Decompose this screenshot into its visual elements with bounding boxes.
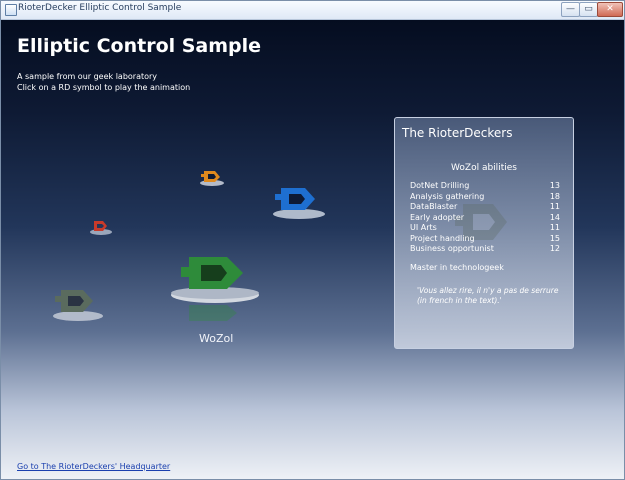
ability-name: UI Arts (410, 223, 437, 232)
master-title: Master in technologeek (410, 263, 504, 272)
title-bar[interactable]: RioterDecker Elliptic Control Sample — ▭… (1, 1, 624, 20)
ability-row: DotNet Drilling 13 (410, 181, 560, 192)
page-title: Elliptic Control Sample (17, 35, 262, 57)
ability-value: 14 (549, 212, 560, 222)
panel-title: The RioterDeckers (402, 126, 513, 140)
app-window: RioterDecker Elliptic Control Sample — ▭… (0, 0, 625, 480)
ability-row: UI Arts 11 (410, 223, 560, 234)
ability-name: DataBlaster (410, 202, 458, 211)
ability-value: 11 (549, 223, 560, 232)
app-icon (5, 4, 17, 16)
ability-row: Early adopter 14 (410, 213, 560, 224)
subtitle-line-1: A sample from our geek laboratory (17, 72, 158, 81)
subtitle-line-2: Click on a RD symbol to play the animati… (17, 83, 191, 92)
rd-symbol-orange[interactable] (199, 168, 225, 188)
maximize-button[interactable]: ▭ (579, 2, 598, 17)
ability-name: Analysis gathering (410, 191, 485, 201)
headquarter-link[interactable]: Go to The RioterDeckers' Headquarter (17, 462, 170, 471)
ability-name: Project handling (410, 233, 475, 243)
ability-value: 11 (549, 202, 560, 211)
quote-text: 'Vous allez rire, il n'y a pas de serrur… (417, 286, 559, 305)
rd-symbol-red[interactable] (89, 219, 113, 237)
rd-symbol-green-selected[interactable] (169, 253, 261, 323)
ability-row: Project handling 15 (410, 234, 560, 245)
info-panel: The RioterDeckers WoZol abilities DotNet… (394, 117, 574, 349)
selected-rd-name: WoZol (199, 332, 234, 345)
ability-value: 18 (549, 191, 560, 201)
abilities-list: DotNet Drilling 13 Analysis gathering 18 D… (410, 181, 560, 255)
ability-value: 12 (549, 244, 560, 253)
rd-symbol-blue[interactable] (271, 186, 327, 222)
ability-name: Early adopter (410, 212, 465, 222)
rd-symbol-gray[interactable] (51, 288, 105, 326)
ability-row: Business opportunist 12 (410, 244, 560, 255)
ability-row: Analysis gathering 18 (410, 192, 560, 203)
window-title: RioterDecker Elliptic Control Sample (18, 3, 182, 13)
main-content: Elliptic Control Sample A sample from ou… (1, 20, 624, 479)
ability-name: Business opportunist (410, 244, 494, 253)
close-button[interactable]: ✕ (597, 2, 623, 17)
ability-name: DotNet Drilling (410, 181, 470, 190)
ability-value: 15 (549, 233, 560, 243)
minimize-button[interactable]: — (561, 2, 580, 17)
ability-row: DataBlaster 11 (410, 202, 560, 213)
abilities-heading: WoZol abilities (451, 163, 517, 173)
ability-value: 13 (549, 181, 560, 190)
